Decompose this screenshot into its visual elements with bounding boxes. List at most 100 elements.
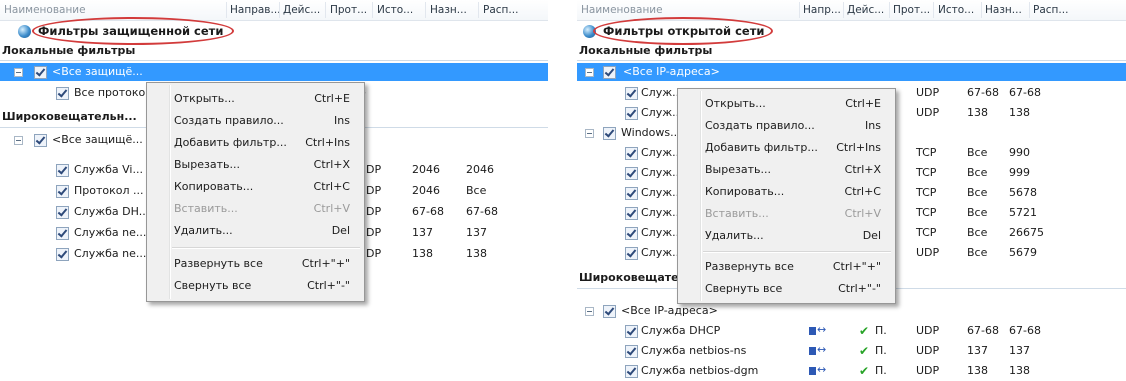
checkbox[interactable]: [56, 227, 69, 240]
expand-icon[interactable]: [585, 68, 594, 77]
row-source: Все: [967, 226, 988, 239]
checkbox[interactable]: [625, 167, 638, 180]
row-source: 138: [967, 106, 988, 119]
row-protocol: TCP: [916, 186, 937, 199]
checkbox[interactable]: [56, 248, 69, 261]
row-destination: 5679: [1009, 246, 1037, 259]
checkbox[interactable]: [56, 185, 69, 198]
expand-icon[interactable]: [585, 307, 594, 316]
expand-icon[interactable]: [14, 136, 23, 145]
menu-item-cut[interactable]: Вырезать... Ctrl+X: [678, 159, 895, 181]
row-protocol: UDP: [916, 106, 940, 119]
checkbox[interactable]: [56, 87, 69, 100]
checkbox[interactable]: [625, 247, 638, 260]
row-destination: 137: [1009, 344, 1030, 357]
row-destination: 138: [466, 247, 487, 260]
row-protocol: DP: [366, 247, 382, 260]
highlight-ellipse: [593, 17, 773, 45]
tree-row[interactable]: Служба netbios-ns ✔ П. UDP 137 137: [577, 341, 1126, 360]
tree-group-row[interactable]: <Все IP-адреса>: [577, 302, 1126, 320]
menu-item-expand-all[interactable]: Развернуть все Ctrl+"+": [147, 253, 364, 275]
checkbox[interactable]: [603, 305, 616, 318]
row-source: 67-68: [412, 205, 444, 218]
tree-row[interactable]: Служба netbios-dgm ✔ П. UDP 138 138: [577, 361, 1126, 380]
checkbox[interactable]: [34, 66, 47, 79]
row-source: 67-68: [967, 324, 999, 337]
checkbox[interactable]: [603, 127, 616, 140]
menu-item-expand-all[interactable]: Развернуть все Ctrl+"+": [678, 256, 895, 278]
menu-item-cut[interactable]: Вырезать... Ctrl+X: [147, 154, 364, 176]
row-label: Служба ne...: [74, 247, 147, 260]
row-action: П.: [875, 324, 887, 337]
row-source: 137: [412, 226, 433, 239]
expand-icon[interactable]: [585, 129, 594, 138]
col-distribution[interactable]: Расп...: [483, 4, 518, 16]
checkbox[interactable]: [625, 147, 638, 160]
tree-row-selected[interactable]: <Все защищё...: [0, 63, 548, 81]
menu-item-collapse-all[interactable]: Свернуть все Ctrl+"-": [147, 275, 364, 297]
row-protocol: UDP: [916, 246, 940, 259]
col-distribution[interactable]: Расп...: [1033, 4, 1068, 16]
col-source[interactable]: Исто...: [377, 4, 413, 16]
row-label: Windows...: [621, 126, 681, 139]
tree-row-selected[interactable]: <Все IP-адреса>: [577, 63, 1126, 81]
col-name[interactable]: Наименование: [4, 4, 86, 16]
section-local-filters: Локальные фильтры: [2, 44, 136, 57]
row-source: 2046: [412, 184, 440, 197]
checkbox[interactable]: [56, 164, 69, 177]
menu-item-create-rule[interactable]: Создать правило... Ins: [678, 115, 895, 137]
menu-item-collapse-all[interactable]: Свернуть все Ctrl+"-": [678, 278, 895, 300]
col-name[interactable]: Наименование: [581, 4, 663, 16]
allow-check-icon: ✔: [859, 324, 870, 338]
row-source: 2046: [412, 163, 440, 176]
highlight-ellipse: [32, 17, 234, 45]
menu-item-paste: Вставить... Ctrl+V: [174, 202, 350, 215]
col-protocol[interactable]: Прот...: [893, 4, 930, 16]
checkbox[interactable]: [625, 187, 638, 200]
checkbox[interactable]: [625, 345, 638, 358]
menu-item-copy[interactable]: Копировать... Ctrl+C: [678, 181, 895, 203]
checkbox[interactable]: [625, 227, 638, 240]
tree-row[interactable]: Служба DHCP ✔ П. UDP 67-68 67-68: [577, 321, 1126, 340]
row-source: 137: [967, 344, 988, 357]
menu-item-copy[interactable]: Копировать... Ctrl+C: [147, 176, 364, 198]
menu-item-open[interactable]: Открыть... Ctrl+E: [678, 93, 895, 115]
checkbox[interactable]: [56, 206, 69, 219]
row-label: <Все IP-адреса>: [621, 304, 718, 317]
menu-item-paste: Вставить... Ctrl+V: [705, 207, 881, 220]
row-label: Протокол ...: [74, 184, 144, 197]
row-source: Все: [967, 146, 988, 159]
row-label: Служба netbios-ns: [641, 344, 747, 357]
col-direction[interactable]: Направ...: [230, 4, 281, 16]
checkbox[interactable]: [603, 66, 616, 79]
checkbox[interactable]: [625, 325, 638, 338]
row-destination: 67-68: [1009, 324, 1041, 337]
expand-icon[interactable]: [14, 68, 23, 77]
col-destination[interactable]: Назн...: [985, 4, 1022, 16]
menu-item-delete[interactable]: Удалить... Del: [678, 225, 895, 247]
col-action[interactable]: Дейс...: [847, 4, 884, 16]
network-direction-icon: [809, 321, 826, 339]
checkbox[interactable]: [625, 107, 638, 120]
menu-item-add-filter[interactable]: Добавить фильтр... Ctrl+Ins: [147, 132, 364, 154]
row-protocol: TCP: [916, 166, 937, 179]
checkbox[interactable]: [625, 365, 638, 378]
row-destination: 137: [466, 226, 487, 239]
menu-item-add-filter[interactable]: Добавить фильтр... Ctrl+Ins: [678, 137, 895, 159]
col-destination[interactable]: Назн...: [430, 4, 467, 16]
row-source: Все: [967, 186, 988, 199]
checkbox[interactable]: [625, 207, 638, 220]
checkbox[interactable]: [625, 87, 638, 100]
menu-item-delete[interactable]: Удалить... Del: [147, 220, 364, 242]
checkbox[interactable]: [34, 134, 47, 147]
menu-item-open[interactable]: Открыть... Ctrl+E: [147, 88, 364, 110]
row-protocol: UDP: [916, 324, 940, 337]
row-source: Все: [967, 166, 988, 179]
menu-separator: [703, 251, 891, 253]
row-protocol: TCP: [916, 226, 937, 239]
col-direction[interactable]: Напр...: [803, 4, 841, 16]
menu-item-create-rule[interactable]: Создать правило... Ins: [147, 110, 364, 132]
col-source[interactable]: Исто...: [938, 4, 974, 16]
col-protocol[interactable]: Прот...: [330, 4, 367, 16]
col-action[interactable]: Дейс...: [283, 4, 320, 16]
